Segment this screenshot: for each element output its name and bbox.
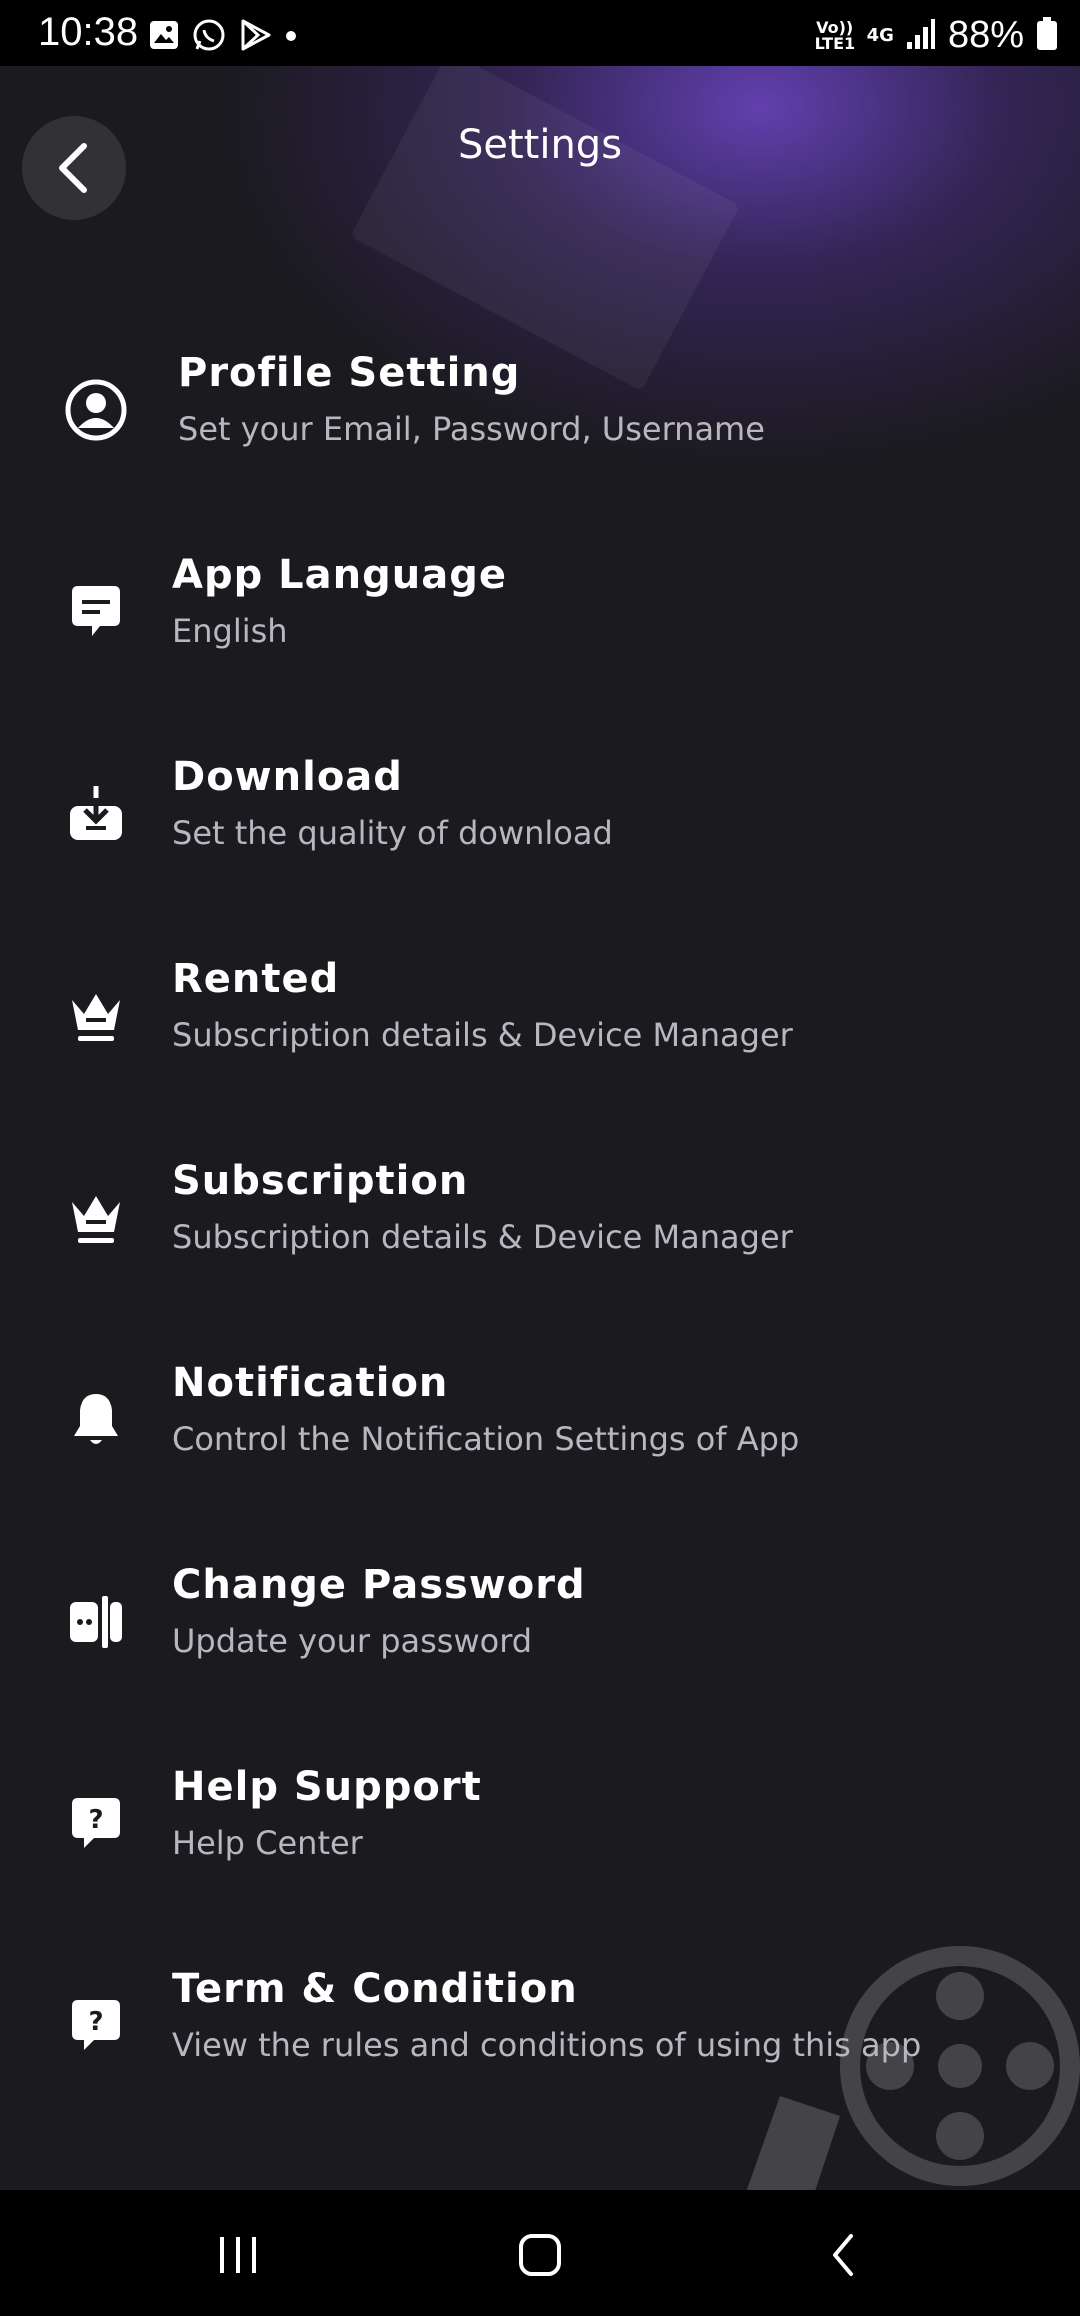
gallery-icon (148, 19, 180, 55)
settings-item-notification[interactable]: Notification Control the Notification Se… (0, 1352, 1080, 1502)
crown-icon (64, 984, 128, 1048)
dot-icon (284, 28, 298, 47)
page-title: Settings (457, 122, 623, 168)
volte-label: Vo)) LTE1 (814, 17, 856, 53)
item-title: Subscription (172, 1158, 469, 1204)
item-subtitle: Set your Email, Password, Username (178, 410, 765, 448)
crown-icon (64, 1186, 128, 1250)
download-icon (64, 782, 128, 846)
settings-item-terms[interactable]: ? Term & Condition View the rules and co… (0, 1958, 1080, 2108)
home-icon (519, 2234, 561, 2276)
bell-icon (64, 1388, 128, 1452)
play-store-icon (238, 18, 272, 56)
item-title: Notification (172, 1360, 449, 1406)
app-area: Settings Profile Setting Set your Email,… (0, 66, 1080, 2190)
settings-item-help-support[interactable]: ? Help Support Help Center (0, 1756, 1080, 1906)
item-title: App Language (172, 552, 507, 598)
system-back-button[interactable] (808, 2220, 878, 2290)
item-subtitle: English (172, 612, 288, 650)
item-subtitle: Subscription details & Device Manager (172, 1016, 793, 1054)
status-right: Vo)) LTE1 4G 88% (815, 14, 1058, 57)
status-time: 10:38 (38, 10, 139, 54)
password-icon (64, 1590, 128, 1654)
item-subtitle: Control the Notification Settings of App (172, 1420, 800, 1458)
svg-text:?: ? (88, 2007, 103, 2037)
signal-icon (906, 18, 936, 54)
settings-item-profile[interactable]: Profile Setting Set your Email, Password… (0, 342, 1080, 492)
help-icon: ? (64, 1994, 128, 2058)
settings-item-download[interactable]: Download Set the quality of download (0, 746, 1080, 896)
home-button[interactable] (505, 2220, 575, 2290)
settings-item-subscription[interactable]: Subscription Subscription details & Devi… (0, 1150, 1080, 1300)
network-gen-label: 4G (866, 25, 894, 46)
item-title: Help Support (172, 1764, 482, 1810)
item-title: Profile Setting (178, 350, 521, 396)
item-subtitle: View the rules and conditions of using t… (172, 2026, 922, 2064)
item-subtitle: Help Center (172, 1824, 363, 1862)
item-subtitle: Subscription details & Device Manager (172, 1218, 793, 1256)
notification-icons (148, 18, 298, 56)
recent-apps-icon (220, 2237, 256, 2273)
profile-icon (64, 378, 128, 442)
svg-text:?: ? (88, 1805, 103, 1835)
chat-language-icon (64, 580, 128, 644)
item-title: Change Password (172, 1562, 586, 1608)
settings-item-change-password[interactable]: Change Password Update your password (0, 1554, 1080, 1704)
battery-icon (1036, 16, 1058, 55)
battery-percent: 88% (947, 14, 1024, 56)
item-subtitle: Update your password (172, 1622, 533, 1660)
status-bar: 10:38 Vo)) LTE1 4G 88% (0, 0, 1080, 66)
chevron-left-icon (833, 2234, 853, 2276)
item-title: Rented (172, 956, 340, 1002)
whatsapp-icon (192, 18, 226, 56)
help-icon: ? (64, 1792, 128, 1856)
item-title: Download (172, 754, 403, 800)
item-subtitle: Set the quality of download (172, 814, 613, 852)
recent-apps-button[interactable] (203, 2220, 273, 2290)
settings-item-language[interactable]: App Language English (0, 544, 1080, 694)
settings-item-rented[interactable]: Rented Subscription details & Device Man… (0, 948, 1080, 1098)
item-title: Term & Condition (172, 1966, 578, 2012)
system-nav-bar (0, 2190, 1080, 2316)
